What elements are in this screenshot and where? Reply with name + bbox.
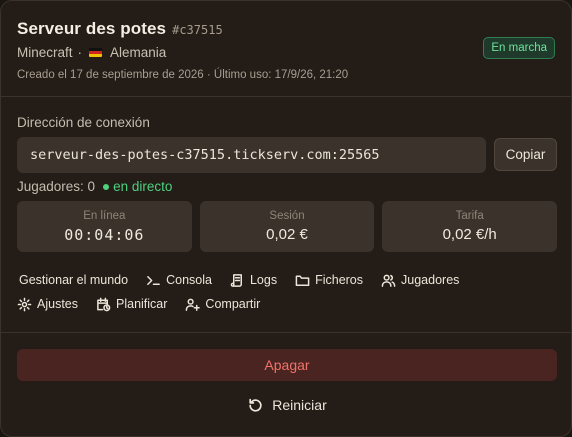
players-status: Jugadores: 0 en directo — [17, 179, 172, 194]
manage-world-link[interactable]: Gestionar el mundo — [17, 273, 128, 287]
terminal-icon — [147, 275, 160, 285]
stat-session: Sesión 0,02 € — [199, 201, 375, 252]
share-link[interactable]: Compartir — [185, 297, 260, 312]
server-name: Serveur des potes — [17, 19, 167, 38]
divider — [1, 96, 571, 97]
stat-label: En línea — [83, 209, 126, 222]
divider — [1, 332, 571, 333]
action-links: Gestionar el mundo Consola Logs Ficheros… — [17, 270, 557, 318]
connection-label: Dirección de conexión — [17, 115, 150, 130]
restart-icon — [249, 398, 262, 412]
live-dot-icon — [103, 183, 110, 190]
scroll-icon — [230, 273, 242, 287]
stat-value: 0,02 €/h — [442, 226, 497, 243]
connection-address-field[interactable]: serveur-des-potes-c37515.tickserv.com:25… — [17, 137, 486, 173]
live-label: en directo — [113, 179, 173, 194]
players-link[interactable]: Jugadores — [381, 273, 459, 288]
folder-icon — [295, 275, 310, 286]
stat-rate: Tarifa 0,02 €/h — [382, 201, 558, 252]
server-meta: Creado el 17 de septiembre de 2026 · Últ… — [17, 69, 349, 81]
separator: · — [77, 45, 83, 60]
restart-label: Reiniciar — [272, 397, 327, 413]
server-header: Serveur des potes #c37515 Minecraft · Al… — [17, 19, 555, 89]
restart-button[interactable]: Reiniciar — [17, 392, 557, 418]
stat-uptime: En línea 00:04:06 — [17, 201, 192, 252]
game-name: Minecraft — [17, 45, 73, 60]
live-indicator: en directo — [103, 179, 172, 194]
server-subtitle: Minecraft · Alemania — [17, 45, 555, 60]
country-name: Alemania — [110, 45, 167, 60]
console-link[interactable]: Consola — [146, 273, 212, 288]
status-badge: En marcha — [483, 37, 555, 59]
germany-flag-icon — [89, 48, 103, 57]
stat-value: 00:04:06 — [64, 225, 145, 244]
players-count: Jugadores: 0 — [17, 179, 96, 194]
stat-label: Sesión — [269, 210, 305, 222]
stop-button[interactable]: Apagar — [17, 349, 557, 381]
server-tag: #c37515 — [172, 23, 223, 37]
settings-link[interactable]: Ajustes — [17, 297, 78, 312]
logs-link[interactable]: Logs — [230, 273, 277, 288]
gear-icon — [17, 297, 32, 311]
calendar-clock-icon — [97, 297, 111, 311]
user-plus-icon — [186, 298, 201, 311]
server-card: Serveur des potes #c37515 Minecraft · Al… — [0, 0, 572, 437]
stat-value: 0,02 € — [266, 226, 308, 243]
copy-button[interactable]: Copiar — [494, 138, 557, 171]
users-icon — [381, 274, 396, 287]
stats-row: En línea 00:04:06 Sesión 0,02 € Tarifa 0… — [17, 201, 558, 252]
schedule-link[interactable]: Planificar — [96, 297, 167, 312]
stat-label: Tarifa — [455, 210, 484, 222]
files-link[interactable]: Ficheros — [295, 273, 363, 288]
